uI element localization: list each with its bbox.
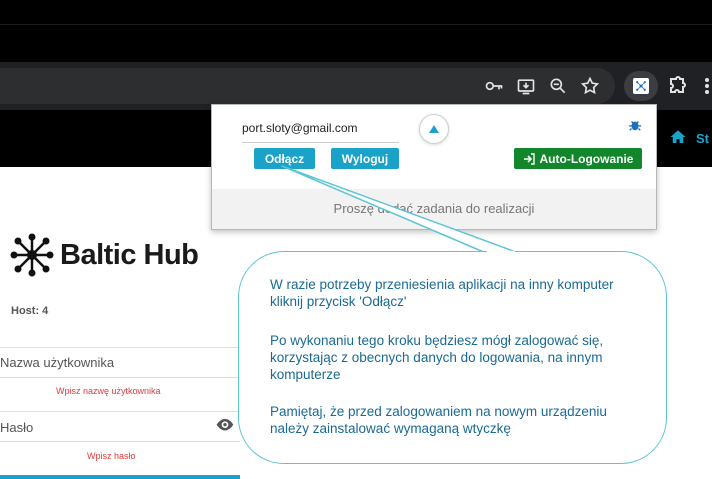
install-app-icon[interactable] bbox=[515, 75, 537, 97]
password-error: Wpisz hasło bbox=[87, 451, 136, 461]
browser-tab-strip bbox=[0, 0, 712, 62]
key-icon[interactable] bbox=[483, 75, 505, 97]
email-underline bbox=[242, 142, 399, 143]
tasks-message: Proszę dodać zadania do realizacji bbox=[333, 201, 535, 216]
username-error: Wpisz nazwę użytkownika bbox=[56, 386, 161, 396]
logo-text: Baltic Hub bbox=[60, 238, 199, 271]
site-nav-label[interactable]: St bbox=[696, 131, 709, 146]
chevron-up-icon bbox=[429, 125, 439, 133]
tab-strip-divider bbox=[0, 24, 712, 25]
hub-network-icon bbox=[10, 233, 54, 277]
puzzle-icon[interactable] bbox=[665, 74, 689, 98]
collapse-button[interactable] bbox=[419, 114, 449, 144]
username-field[interactable]: Nazwa użytkownika bbox=[0, 355, 114, 370]
autologin-button[interactable]: Auto-Logowanie bbox=[514, 148, 642, 169]
zoom-icon[interactable] bbox=[547, 75, 569, 97]
browser-menu-icon[interactable] bbox=[702, 75, 712, 97]
callout-paragraph-1: W razie potrzeby przeniesienia aplikacji… bbox=[270, 277, 614, 309]
username-field-bottom-border bbox=[0, 377, 240, 378]
disconnect-button[interactable]: Odłącz bbox=[254, 148, 315, 169]
baltic-hub-extension-button[interactable] bbox=[624, 71, 658, 101]
login-arrow-icon bbox=[523, 152, 535, 165]
autologin-label: Auto-Logowanie bbox=[539, 151, 634, 166]
password-field-top-border bbox=[0, 411, 240, 412]
bookmark-star-icon[interactable] bbox=[579, 75, 601, 97]
logout-button[interactable]: Wyloguj bbox=[331, 148, 399, 169]
eye-icon[interactable] bbox=[215, 418, 235, 434]
password-field-bottom-border bbox=[0, 441, 240, 442]
username-field-top-border bbox=[0, 347, 240, 348]
login-button-edge[interactable] bbox=[0, 475, 240, 479]
callout-paragraph-2: Po wykonaniu tego kroku będziesz mógł za… bbox=[270, 333, 604, 382]
baltic-hub-logo: Baltic Hub bbox=[10, 233, 199, 277]
bug-report-icon[interactable] bbox=[628, 118, 642, 132]
host-label: Host: 4 bbox=[11, 305, 49, 317]
extension-popup: port.sloty@gmail.com Odłącz Wyloguj Auto… bbox=[211, 104, 657, 230]
home-icon[interactable] bbox=[669, 128, 687, 146]
account-email: port.sloty@gmail.com bbox=[242, 121, 358, 135]
password-field[interactable]: Hasło bbox=[0, 420, 33, 435]
baltic-hub-extension-icon bbox=[633, 78, 649, 94]
callout-paragraph-3: Pamiętaj, że przed zalogowaniem na nowym… bbox=[270, 404, 607, 436]
